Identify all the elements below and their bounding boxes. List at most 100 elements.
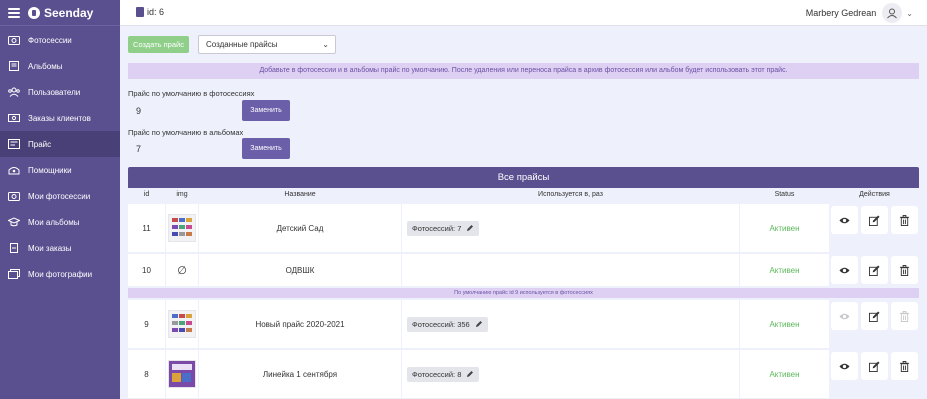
sidebar-item-my-orders[interactable]: Мои заказы xyxy=(0,235,120,261)
edit-button[interactable] xyxy=(861,256,888,284)
sidebar-item-photosessions[interactable]: Фотосессии xyxy=(0,27,120,53)
trash-icon xyxy=(899,360,910,372)
row-name: ОДВШК xyxy=(199,254,401,286)
default-albums-label: Прайс по умолчанию в альбомах xyxy=(128,128,244,137)
view-button[interactable] xyxy=(831,206,858,234)
col-header-usage: Используется в, раз xyxy=(538,191,603,198)
sidebar-item-my-photos[interactable]: Мои фотографии xyxy=(0,261,120,287)
camera-icon xyxy=(8,35,20,45)
usage-badge[interactable]: Фотосессий: 8 xyxy=(407,366,480,382)
price-thumbnail-image xyxy=(168,310,196,338)
row-id: 10 xyxy=(128,254,165,286)
price-thumbnail-image xyxy=(168,214,196,242)
chevron-down-icon[interactable]: ⌄ xyxy=(906,9,913,18)
sidebar-item-label: Мои заказы xyxy=(28,243,72,253)
chevron-down-icon: ⌄ xyxy=(322,40,329,49)
select-value: Созданные прайсы xyxy=(206,40,278,49)
usage-text: Фотосессий: 8 xyxy=(412,369,462,379)
orders-icon xyxy=(8,243,20,253)
sidebar-item-label: Пользователи xyxy=(28,87,81,97)
sidebar-item-albums[interactable]: Альбомы xyxy=(0,53,120,79)
no-image-icon: ∅ xyxy=(166,254,198,286)
sidebar-item-helpers[interactable]: Помощники xyxy=(0,157,120,183)
row-usage: Фотосессий: 7 xyxy=(402,204,739,252)
user-menu[interactable]: Marbery Gedrean ⌄ xyxy=(806,3,913,23)
price-icon xyxy=(8,139,20,149)
col-header-status: Status xyxy=(774,191,795,198)
trash-icon xyxy=(899,214,910,226)
menu-icon[interactable] xyxy=(8,7,20,18)
col-header-actions: Действия xyxy=(859,191,890,198)
edit-icon xyxy=(869,310,880,322)
row-usage: Фотосессий: 356 xyxy=(402,300,739,348)
replace-albums-button[interactable]: Заменить xyxy=(242,138,290,159)
trash-icon xyxy=(899,264,910,276)
sidebar-item-my-photosessions[interactable]: Мои фотосессии xyxy=(0,183,120,209)
default-sessions-value: 9 xyxy=(128,100,238,122)
row-thumbnail xyxy=(166,204,198,252)
sidebar-item-price[interactable]: Прайс xyxy=(0,131,120,157)
sidebar-item-label: Мои фотосессии xyxy=(28,191,91,201)
create-price-button[interactable]: Создать прайс xyxy=(128,36,189,53)
sidebar-item-label: Заказы клиентов xyxy=(28,113,91,123)
trash-icon xyxy=(899,310,910,322)
users-icon xyxy=(8,87,20,97)
sidebar-item-label: Прайс xyxy=(28,139,52,149)
edit-icon xyxy=(869,214,880,226)
col-header-img: img xyxy=(176,191,188,198)
usage-text: Фотосессий: 356 xyxy=(412,319,470,329)
delete-button[interactable] xyxy=(891,352,918,380)
sidebar-item-label: Помощники xyxy=(28,165,72,175)
sidebar: Seenday Фотосессии Альбомы Пользователи … xyxy=(0,0,120,399)
col-header-id: id xyxy=(143,191,150,198)
document-icon xyxy=(136,7,144,17)
camera-icon xyxy=(8,191,20,201)
brand-bar: Seenday xyxy=(0,0,120,26)
delete-button[interactable] xyxy=(891,206,918,234)
row-usage: Фотосессий: 8 xyxy=(402,350,739,398)
user-avatar-icon xyxy=(887,8,898,19)
row-thumbnail xyxy=(166,350,198,398)
row-name: Детский Сад xyxy=(199,204,401,252)
eye-icon xyxy=(839,267,850,273)
pencil-icon xyxy=(467,371,474,377)
pencil-icon xyxy=(475,321,482,327)
sidebar-item-client-orders[interactable]: Заказы клиентов xyxy=(0,105,120,131)
sidebar-item-label: Мои альбомы xyxy=(28,217,80,227)
row-id: 8 xyxy=(128,350,165,398)
sidebar-item-users[interactable]: Пользователи xyxy=(0,79,120,105)
user-name: Marbery Gedrean xyxy=(805,8,877,18)
row-name: Новый прайс 2020-2021 xyxy=(199,300,401,348)
edit-button[interactable] xyxy=(861,206,888,234)
view-button[interactable] xyxy=(831,256,858,284)
col-header-name: Название xyxy=(284,191,316,198)
helper-icon xyxy=(8,165,20,175)
usage-badge[interactable]: Фотосессий: 7 xyxy=(407,220,480,236)
row-id: 9 xyxy=(128,300,165,348)
delete-button[interactable] xyxy=(891,302,918,330)
row-thumbnail xyxy=(166,300,198,348)
top-header: id: 6 Marbery Gedrean ⌄ xyxy=(120,0,927,26)
row-id: 11 xyxy=(128,204,165,252)
price-filter-select[interactable]: Созданные прайсы ⌄ xyxy=(198,35,336,54)
view-button[interactable] xyxy=(831,302,858,330)
replace-sessions-button[interactable]: Заменить xyxy=(242,100,290,121)
sidebar-item-my-albums[interactable]: Мои альбомы xyxy=(0,209,120,235)
brand-name: Seenday xyxy=(44,5,94,20)
table-title: Все прайсы xyxy=(128,167,919,188)
photos-icon xyxy=(8,269,20,279)
avatar[interactable] xyxy=(882,3,903,23)
book-icon xyxy=(8,61,20,71)
delete-button[interactable] xyxy=(891,256,918,284)
edit-button[interactable] xyxy=(861,302,888,330)
edit-icon xyxy=(869,360,880,372)
money-icon xyxy=(8,113,20,123)
eye-icon xyxy=(839,313,850,319)
edit-button[interactable] xyxy=(861,352,888,380)
usage-badge[interactable]: Фотосессий: 356 xyxy=(407,316,488,332)
edit-icon xyxy=(869,264,880,276)
row-name: Линейка 1 сентября xyxy=(199,350,401,398)
sidebar-nav: Фотосессии Альбомы Пользователи Заказы к… xyxy=(0,26,120,287)
price-thumbnail-image xyxy=(168,360,196,388)
view-button[interactable] xyxy=(831,352,858,380)
